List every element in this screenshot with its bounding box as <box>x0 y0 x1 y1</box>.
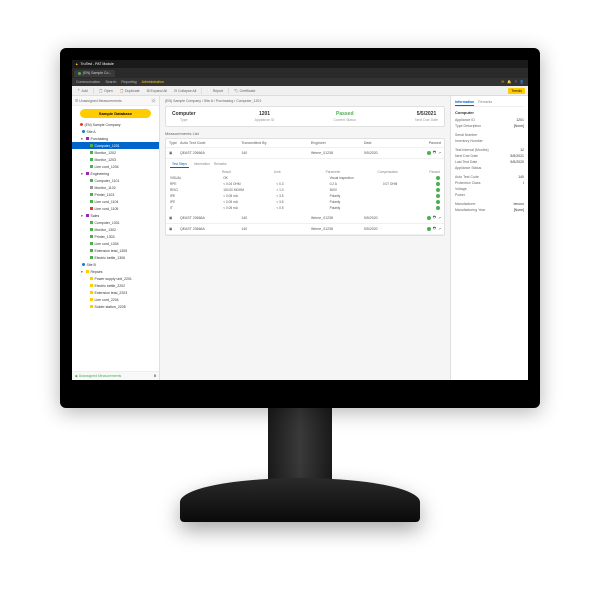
pass-icon <box>427 151 431 155</box>
tree-item[interactable]: Computer_1101 <box>72 177 159 184</box>
toolbar: ＋Add 📋Open 📋Duplicate ⊞Expand All ⊟Colla… <box>72 86 528 96</box>
card-id-value: 1201 <box>255 111 275 117</box>
duplicate-button[interactable]: 📋Duplicate <box>118 89 142 93</box>
unassigned-count: 0 <box>151 98 156 103</box>
window-titlebar: ▲ TruTest - PAT Module <box>72 60 528 68</box>
report-button[interactable]: 📄Report <box>205 89 225 93</box>
tree-item[interactable]: Electric kettle_2202 <box>72 282 159 289</box>
tree-item[interactable]: Monitor_1302 <box>72 226 159 233</box>
help-icon[interactable]: ? <box>515 80 517 84</box>
open-button[interactable]: 📋Open <box>97 89 115 93</box>
tree-item[interactable]: ▾Repairs <box>72 268 159 275</box>
list-row[interactable]: ▣QEAST 20666A140Werne_012385/5/2020🖶↗ <box>166 224 444 235</box>
tab-remarks[interactable]: Remarks <box>478 99 492 106</box>
tab-info-inner[interactable]: Information <box>192 161 212 167</box>
status-dot-icon <box>78 72 81 75</box>
print-icon[interactable]: 🖶 <box>433 226 436 232</box>
tree-item[interactable]: Printer_1303 <box>72 233 159 240</box>
add-button[interactable]: ＋Add <box>75 88 90 93</box>
app-title: TruTest - PAT Module <box>80 62 113 66</box>
info-section-title: Computer <box>455 110 524 115</box>
info-panel: Information Remarks Computer Appliance I… <box>450 96 528 380</box>
tree-item[interactable]: Line cord_1104 <box>72 198 159 205</box>
pass-icon <box>427 216 431 220</box>
tree-item[interactable]: ▾Engineering <box>72 170 159 177</box>
card-type-value: Computer <box>172 111 196 117</box>
tree-item[interactable]: Extension lead_1305 <box>72 247 159 254</box>
share-icon[interactable]: ↗ <box>438 227 441 231</box>
summary-card: ComputerType 1201Appliance ID PassedCurr… <box>165 106 445 127</box>
check-icon <box>436 206 440 210</box>
tab-title: (EN) Sample Co... <box>83 71 111 75</box>
menu-communication[interactable]: Communication <box>76 80 100 84</box>
list-row[interactable]: ▣QEAST 20666A140Werne_012385/5/2020🖶↗ <box>166 148 444 159</box>
unassigned-header[interactable]: ☰ Unassigned Measurements 0 <box>72 96 159 106</box>
check-icon <box>436 188 440 192</box>
document-tab[interactable]: (EN) Sample Co... <box>74 70 115 77</box>
measurements-list-title: Measurements List <box>165 131 445 136</box>
check-icon <box>436 194 440 198</box>
card-status-value: Passed <box>333 111 356 117</box>
list-row[interactable]: ▣QEAST 20666A140Werne_012385/5/2020🖶↗ <box>166 213 444 224</box>
tree-item[interactable]: Solder station_2205 <box>72 303 159 310</box>
tree-item[interactable]: Monitor_1203 <box>72 156 159 163</box>
check-icon <box>436 200 440 204</box>
user-icon[interactable]: 👤 <box>520 80 524 84</box>
print-icon[interactable]: 🖶 <box>433 215 436 221</box>
sidebar: ☰ Unassigned Measurements 0 Sample Datab… <box>72 96 160 380</box>
share-icon[interactable]: ↗ <box>438 151 441 155</box>
tree-item[interactable]: Site A <box>72 128 159 135</box>
tree-item[interactable]: Computer_1201 <box>72 142 159 149</box>
tree-item[interactable]: Line cord_1204 <box>72 163 159 170</box>
pass-icon <box>427 227 431 231</box>
test-step-row: IT< 0.05 mA< 0.5Polarity <box>170 205 440 211</box>
expanded-test-steps: Test StepsInformationRemarksResultLimitP… <box>166 159 444 213</box>
menu-search[interactable]: Search <box>105 80 116 84</box>
tree-item[interactable]: Extension lead_2203 <box>72 289 159 296</box>
tree-item[interactable]: Monitor_1102 <box>72 184 159 191</box>
tree-item[interactable]: ▾Purchasing <box>72 135 159 142</box>
print-icon[interactable]: 🖶 <box>433 150 436 156</box>
tree-item[interactable]: Line cord_1304 <box>72 240 159 247</box>
tree-item[interactable]: Line cord_2204 <box>72 296 159 303</box>
tree-item[interactable]: Line cord_1105 <box>72 205 159 212</box>
collapse-all-button[interactable]: ⊟Collapse All <box>172 89 198 93</box>
tree-item[interactable]: Power supply unit_2201 <box>72 275 159 282</box>
sidebar-footer[interactable]: ◆ Unassigned Measurements 0 <box>72 371 159 380</box>
menu-administration[interactable]: Administration <box>142 80 164 84</box>
check-icon <box>436 182 440 186</box>
sync-icon[interactable]: ⟳ <box>501 80 504 84</box>
bell-icon[interactable]: 🔔 <box>507 80 511 84</box>
tree-item[interactable]: Computer_1301 <box>72 219 159 226</box>
tree-item[interactable]: Electric kettle_1306 <box>72 254 159 261</box>
footer-count: 0 <box>154 374 156 378</box>
tree-view: (EN) Sample CompanySite A▾PurchasingComp… <box>72 121 159 371</box>
certificate-button[interactable]: 🏷Certificate <box>232 89 257 93</box>
tree-item[interactable]: (EN) Sample Company <box>72 121 159 128</box>
tree-item[interactable]: ▾Sales <box>72 212 159 219</box>
database-badge: Sample Database <box>80 109 151 118</box>
check-icon <box>436 176 440 180</box>
tab-remarks-inner[interactable]: Remarks <box>212 161 229 167</box>
warning-icon: ▲ <box>75 62 78 66</box>
tab-bar: (EN) Sample Co... <box>72 68 528 78</box>
menu-reporting[interactable]: Reporting <box>121 80 136 84</box>
tab-information[interactable]: Information <box>455 99 474 106</box>
tree-item[interactable]: Site B <box>72 261 159 268</box>
tree-item[interactable]: Monitor_1202 <box>72 149 159 156</box>
menu-bar: Communication Search Reporting Administr… <box>72 78 528 86</box>
trends-button[interactable]: Trends <box>508 88 525 94</box>
list-header: Type Auto Test Code Transmitted By Engin… <box>166 139 444 148</box>
measurements-list: Type Auto Test Code Transmitted By Engin… <box>165 138 445 236</box>
expand-all-button[interactable]: ⊞Expand All <box>145 89 169 93</box>
tab-test-steps[interactable]: Test Steps <box>170 161 189 168</box>
breadcrumb[interactable]: (EN) Sample Company / Site A / Purchasin… <box>165 99 445 103</box>
tree-item[interactable]: Printer_1103 <box>72 191 159 198</box>
share-icon[interactable]: ↗ <box>438 216 441 220</box>
card-due-value: 5/5/2021 <box>415 111 438 117</box>
